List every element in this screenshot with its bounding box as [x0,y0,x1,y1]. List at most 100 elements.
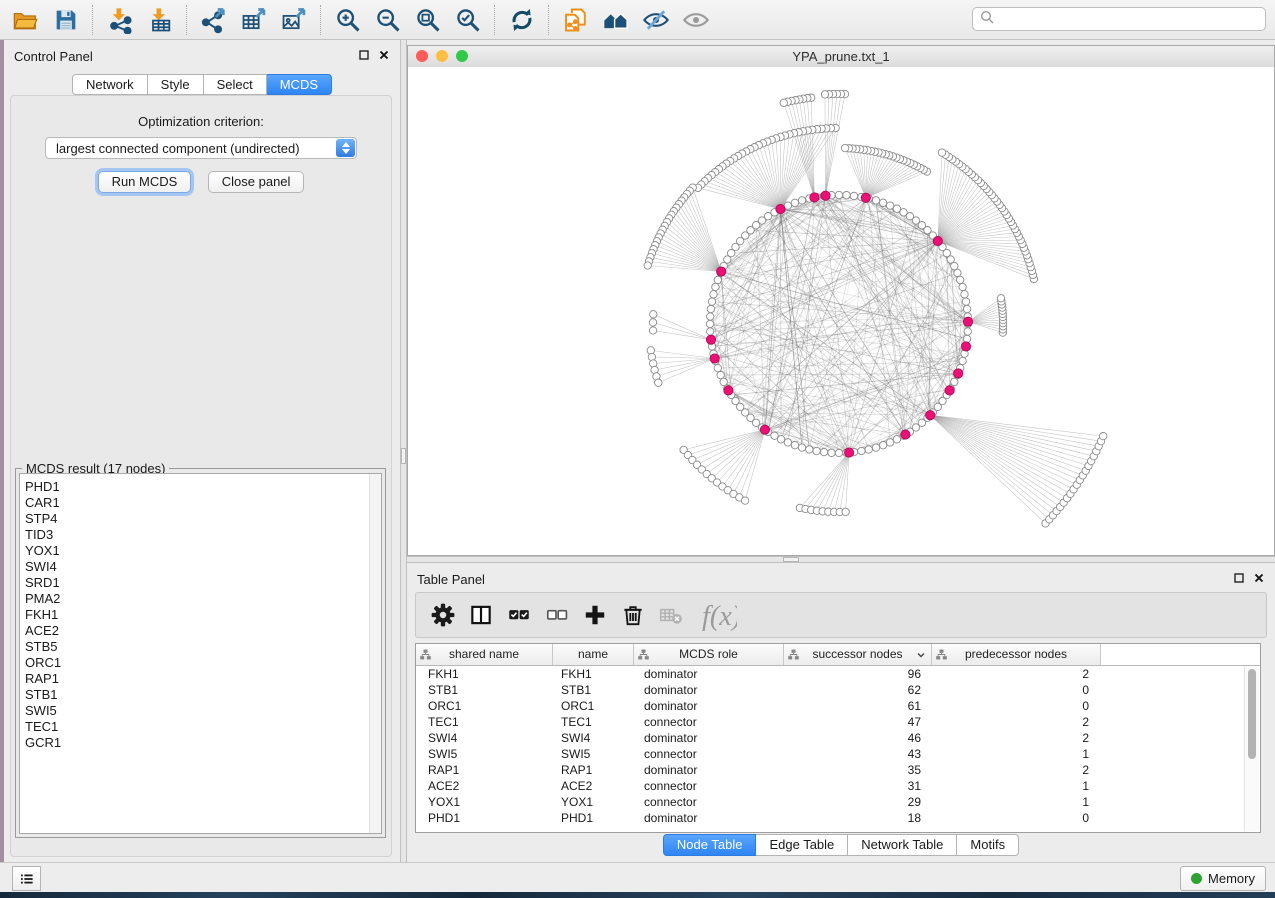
dominator-node[interactable] [717,267,726,276]
close-traffic-light[interactable] [416,50,428,62]
zoom-selected-button[interactable] [451,4,485,36]
maximize-traffic-light[interactable] [456,50,468,62]
dominator-node[interactable] [710,354,719,363]
table-row[interactable]: SWI4SWI4dominator462 [416,730,1260,746]
split-table-view-button[interactable] [466,600,496,630]
mcds-result-node[interactable]: TEC1 [20,719,381,735]
first-neighbors-button[interactable] [599,4,633,36]
mcds-result-node[interactable]: FKH1 [20,607,381,623]
node-table[interactable]: shared namenameMCDS rolesuccessor nodesp… [415,643,1261,833]
dominator-node[interactable] [760,425,769,434]
column-header-predecessor-nodes[interactable]: predecessor nodes [932,644,1101,665]
zoom-fit-button[interactable] [411,4,445,36]
mcds-result-node[interactable]: SWI5 [20,703,381,719]
run-mcds-button[interactable]: Run MCDS [98,171,192,193]
mcds-result-node[interactable]: ORC1 [20,655,381,671]
mcds-result-node[interactable]: STB5 [20,639,381,655]
memory-button[interactable]: Memory [1180,866,1266,891]
search-box[interactable] [972,7,1266,31]
horizontal-splitter-handle[interactable] [783,557,799,562]
hide-selected-button[interactable] [639,4,673,36]
table-panel-close-button[interactable] [1252,571,1265,584]
formula-builder-button[interactable]: f(x) [694,600,740,630]
tab-network-table[interactable]: Network Table [848,834,957,856]
tab-motifs[interactable]: Motifs [957,834,1019,856]
table-row[interactable]: YOX1YOX1connector291 [416,794,1260,810]
mcds-result-list[interactable]: PHD1CAR1STP4TID3YOX1SWI4SRD1PMA2FKH1ACE2… [19,473,382,834]
dominator-node[interactable] [810,193,819,202]
export-image-button[interactable] [277,4,311,36]
dominator-node[interactable] [724,386,733,395]
zoom-in-button[interactable] [331,4,365,36]
horizontal-splitter[interactable] [407,556,1275,563]
network-window-titlebar[interactable]: YPA_prune.txt_1 [408,46,1274,68]
table-scrollbar-thumb[interactable] [1248,669,1256,759]
table-scrollbar[interactable] [1244,666,1259,831]
show-all-button[interactable] [679,4,713,36]
minimize-traffic-light[interactable] [436,50,448,62]
dominator-node[interactable] [954,369,963,378]
criterion-dropdown[interactable]: largest connected component (undirected) [45,137,357,159]
dominator-node[interactable] [963,317,972,326]
mcds-result-node[interactable]: YOX1 [20,543,381,559]
result-list-scrollbar[interactable] [369,474,381,833]
export-network-button[interactable] [197,4,231,36]
save-session-button[interactable] [49,4,83,36]
table-row[interactable]: STB1STB1dominator620 [416,682,1260,698]
mcds-result-node[interactable]: RAP1 [20,671,381,687]
table-row[interactable]: ORC1ORC1dominator610 [416,698,1260,714]
mcds-result-node[interactable]: PMA2 [20,591,381,607]
task-history-button[interactable] [12,866,41,891]
import-network-button[interactable] [103,4,137,36]
vertical-splitter-handle[interactable] [401,448,406,464]
tab-network[interactable]: Network [72,74,148,95]
mcds-result-node[interactable]: STP4 [20,511,381,527]
table-row[interactable]: ACE2ACE2connector311 [416,778,1260,794]
table-row[interactable]: TEC1TEC1connector472 [416,714,1260,730]
control-panel-close-button[interactable] [377,48,390,61]
clone-network-button[interactable] [559,4,593,36]
column-header-name[interactable]: name [553,644,634,665]
dominator-node[interactable] [845,448,854,457]
deselect-all-rows-button[interactable] [542,600,572,630]
dominator-node[interactable] [821,191,830,200]
column-header-MCDS-role[interactable]: MCDS role [634,644,784,665]
tab-mcds[interactable]: MCDS [267,74,332,95]
import-table-button[interactable] [143,4,177,36]
dominator-node[interactable] [933,237,942,246]
table-row[interactable]: RAP1RAP1dominator352 [416,762,1260,778]
dominator-node[interactable] [901,430,910,439]
column-header-successor-nodes[interactable]: successor nodes [784,644,932,665]
mcds-result-node[interactable]: SWI4 [20,559,381,575]
mcds-result-node[interactable]: TID3 [20,527,381,543]
mcds-result-node[interactable]: PHD1 [20,479,381,495]
refresh-view-button[interactable] [505,4,539,36]
tab-select[interactable]: Select [204,74,267,95]
tab-edge-table[interactable]: Edge Table [756,834,848,856]
dominator-node[interactable] [926,411,935,420]
mcds-result-node[interactable]: ACE2 [20,623,381,639]
network-canvas[interactable] [408,67,1274,555]
export-table-button[interactable] [237,4,271,36]
dominator-node[interactable] [706,335,715,344]
mcds-result-node[interactable]: SRD1 [20,575,381,591]
mcds-result-node[interactable]: STB1 [20,687,381,703]
search-input[interactable] [995,11,1265,28]
control-panel-float-button[interactable] [357,48,370,61]
open-file-button[interactable] [9,4,43,36]
close-panel-button[interactable]: Close panel [208,171,305,193]
delete-column-button[interactable] [618,600,648,630]
table-row[interactable]: FKH1FKH1dominator962 [416,666,1260,682]
tab-node-table[interactable]: Node Table [663,834,757,856]
table-row[interactable]: SWI5SWI5connector431 [416,746,1260,762]
table-panel-float-button[interactable] [1232,571,1245,584]
zoom-out-button[interactable] [371,4,405,36]
select-all-rows-button[interactable] [504,600,534,630]
dominator-node[interactable] [776,205,785,214]
table-options-gear-button[interactable] [428,600,458,630]
vertical-splitter[interactable] [400,40,407,862]
dominator-node[interactable] [861,193,870,202]
dominator-node[interactable] [961,342,970,351]
add-column-button[interactable] [580,600,610,630]
tab-style[interactable]: Style [148,74,204,95]
